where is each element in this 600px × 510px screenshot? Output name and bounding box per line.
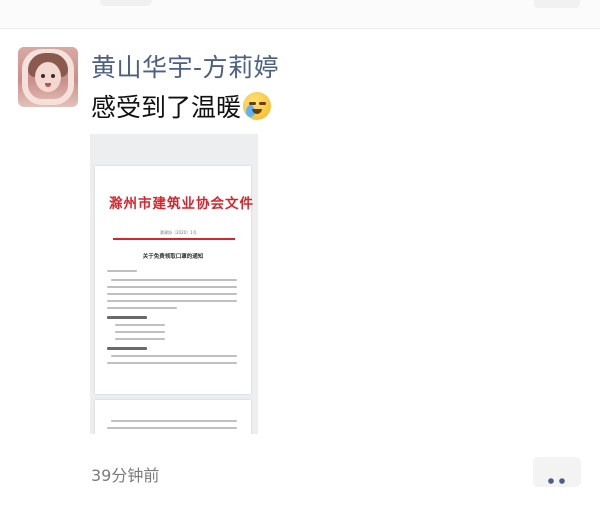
document-text-line bbox=[115, 324, 165, 326]
post-text: 感受到了温暖 bbox=[91, 88, 272, 124]
document-text-line bbox=[115, 338, 165, 340]
more-button[interactable] bbox=[533, 457, 581, 487]
document-text-line bbox=[107, 286, 237, 288]
document-text-line bbox=[107, 427, 237, 429]
author-name[interactable]: 黄山华宇-方莉婷 bbox=[91, 48, 279, 84]
document-text-line bbox=[107, 362, 237, 364]
avatar-eye bbox=[51, 74, 55, 78]
document-text-line bbox=[107, 293, 237, 295]
post-text-content: 感受到了温暖 bbox=[91, 93, 242, 122]
document-text-line bbox=[107, 300, 237, 302]
document-page-2 bbox=[95, 400, 251, 434]
previous-post-stub bbox=[100, 0, 152, 6]
document-text-line bbox=[107, 307, 177, 309]
document-text-line bbox=[107, 270, 137, 272]
previous-post-divider bbox=[0, 0, 600, 29]
document-red-rule bbox=[113, 238, 235, 240]
timestamp: 39分钟前 bbox=[91, 466, 160, 485]
avatar-eye bbox=[41, 74, 45, 78]
document-section-heading bbox=[107, 316, 147, 319]
document-text-line bbox=[115, 331, 165, 333]
document-text-line bbox=[111, 279, 237, 281]
document-number: 滁建协〔2020〕1号 bbox=[160, 230, 197, 235]
document-text-line bbox=[111, 355, 237, 357]
avatar-face bbox=[35, 62, 61, 92]
previous-post-more-button[interactable] bbox=[534, 0, 580, 8]
document-page: 滁州市建筑业协会文件 滁建协〔2020〕1号 关于免费领取口罩的通知 bbox=[95, 166, 254, 394]
face-with-tears-of-joy-icon bbox=[243, 92, 272, 120]
more-dots-icon bbox=[548, 469, 566, 484]
document-text-line bbox=[111, 420, 237, 422]
avatar[interactable] bbox=[18, 47, 78, 107]
document-subtitle: 关于免费领取口罩的通知 bbox=[142, 254, 204, 260]
smile-mouth bbox=[252, 109, 263, 114]
post-image[interactable]: 滁州市建筑业协会文件 滁建协〔2020〕1号 关于免费领取口罩的通知 bbox=[90, 134, 258, 434]
document-section-heading bbox=[107, 347, 147, 350]
document-letterhead: 滁州市建筑业协会文件 bbox=[109, 196, 254, 212]
